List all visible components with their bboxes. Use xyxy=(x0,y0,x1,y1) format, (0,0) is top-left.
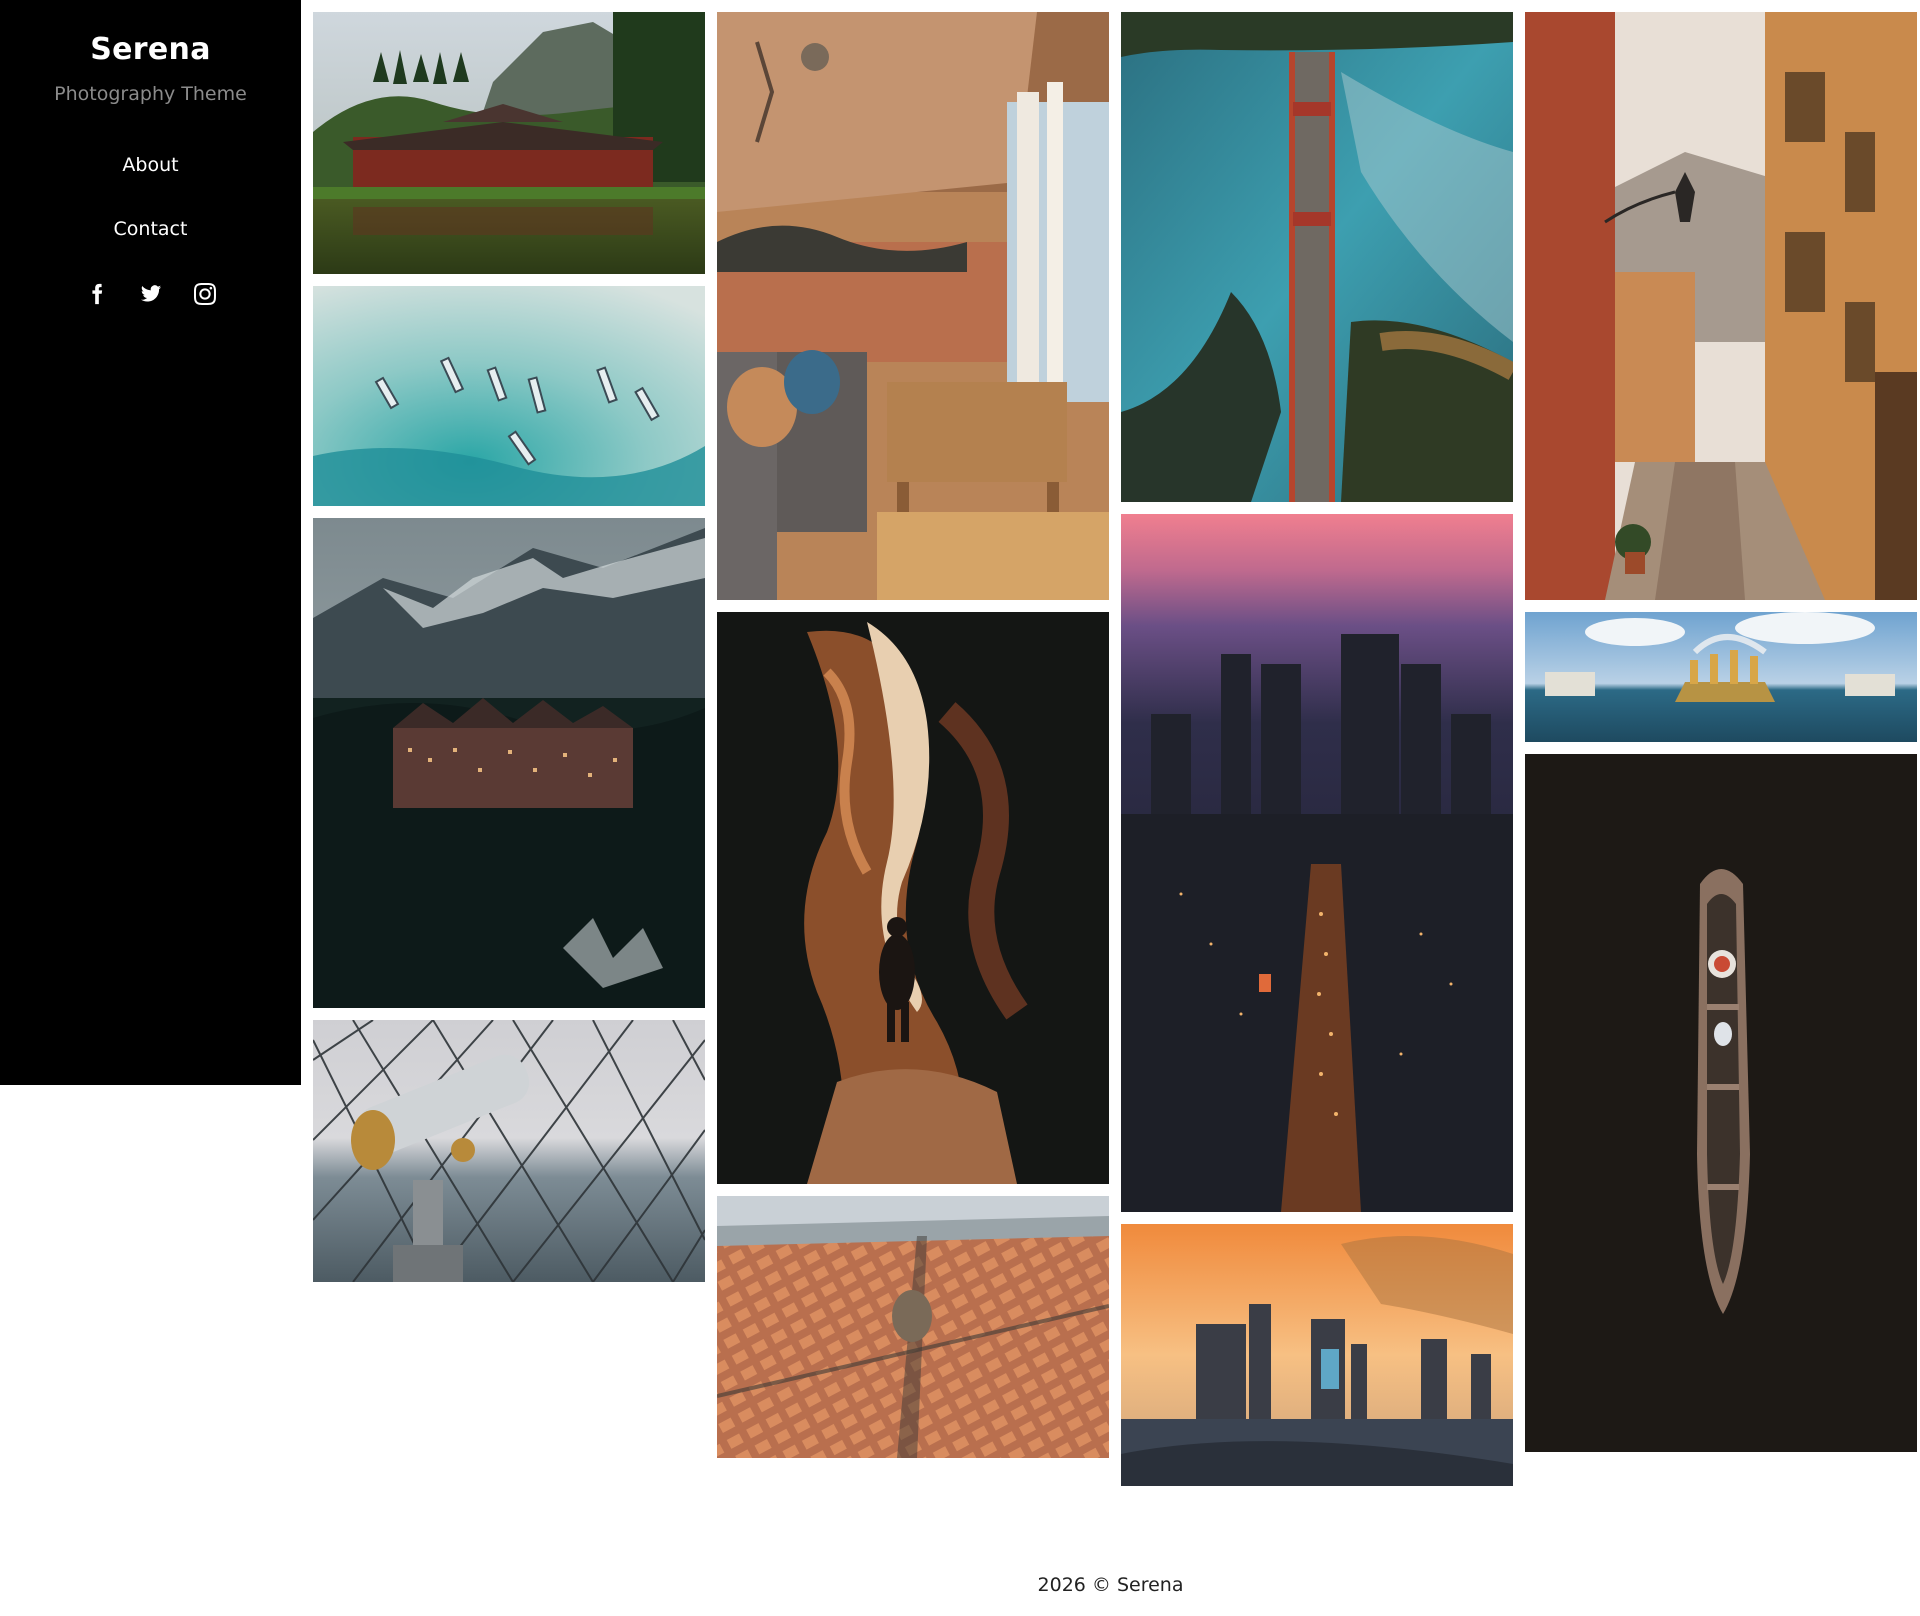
photo-castle-hotel[interactable] xyxy=(313,518,705,1008)
site-footer: 2026 © Serena xyxy=(1037,1574,1184,1596)
site-title[interactable]: Serena xyxy=(0,32,301,67)
nav-item-about[interactable]: About xyxy=(0,133,301,197)
facebook-icon[interactable] xyxy=(86,283,108,305)
photo-rowing-boat[interactable] xyxy=(1525,754,1917,1452)
photo-sandstone-canyon[interactable] xyxy=(717,612,1109,1184)
photo-gallery xyxy=(313,12,1917,1486)
instagram-icon[interactable] xyxy=(193,283,216,305)
photo-japanese-temple[interactable] xyxy=(313,12,705,274)
twitter-icon[interactable] xyxy=(140,283,162,305)
photo-telescope[interactable] xyxy=(313,1020,705,1282)
photo-golden-gate-bridge[interactable] xyxy=(1121,12,1513,502)
sidebar: Serena Photography Theme About Contact xyxy=(0,0,301,1085)
photo-boats-aerial[interactable] xyxy=(313,286,705,506)
photo-city-skyline-dusk[interactable] xyxy=(1121,514,1513,1212)
site-tagline: Photography Theme xyxy=(54,83,247,105)
photo-golden-fountain[interactable] xyxy=(1525,612,1917,742)
nav-item-contact[interactable]: Contact xyxy=(0,197,301,261)
social-links xyxy=(0,283,301,305)
photo-italian-alley[interactable] xyxy=(1525,12,1917,600)
main-nav: About Contact xyxy=(0,133,301,261)
photo-lounge-terrace[interactable] xyxy=(717,12,1109,600)
photo-city-grid-aerial[interactable] xyxy=(717,1196,1109,1458)
photo-skyscrapers-sunset[interactable] xyxy=(1121,1224,1513,1486)
